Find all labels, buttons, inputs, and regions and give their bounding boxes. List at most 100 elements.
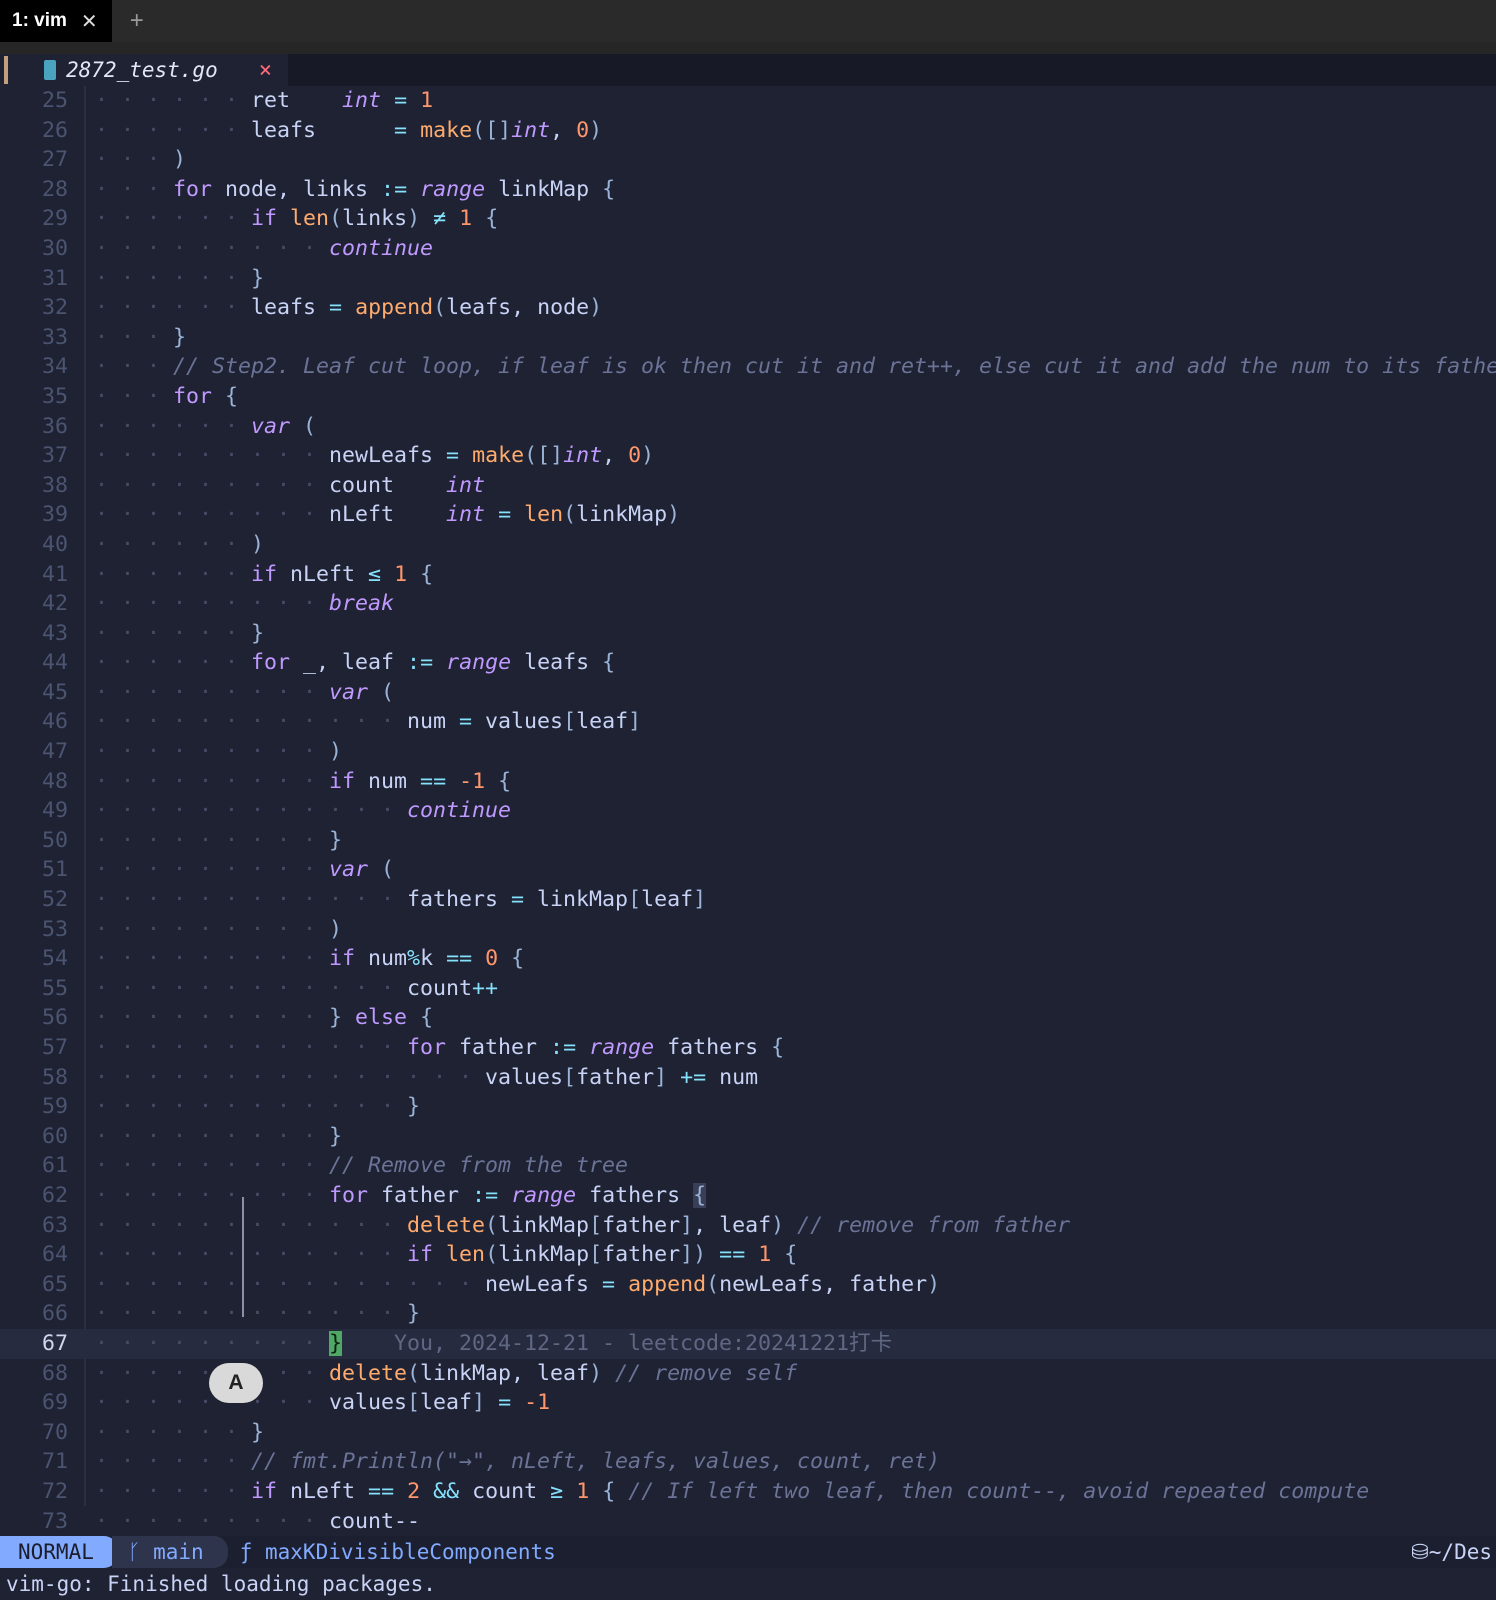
code-text: · · · · · · } xyxy=(95,265,265,291)
code-text: · · · · · · · · · values[leaf] = -1 xyxy=(95,1390,551,1416)
code-line[interactable]: 48 · · · · · · · · · if num == -1 { xyxy=(0,767,1496,797)
code-line[interactable]: 32 · · · · · · leafs = append(leafs, node… xyxy=(0,293,1496,323)
code-line[interactable]: 63 · · · · · · · · · · · · delete(linkMap… xyxy=(0,1211,1496,1241)
line-number: 52 xyxy=(41,887,68,913)
code-line[interactable]: 35 · · · for { xyxy=(0,382,1496,412)
line-number: 59 xyxy=(41,1094,68,1120)
code-text: · · · · · · · · · var ( xyxy=(95,857,395,883)
code-line[interactable]: 53 · · · · · · · · · ) xyxy=(0,915,1496,945)
close-tab-icon[interactable]: ✕ xyxy=(81,9,98,34)
code-text: · · · · · · leafs = make([]int, 0) xyxy=(95,117,603,143)
code-line[interactable]: 41 · · · · · · if nLeft ≤ 1 { xyxy=(0,560,1496,590)
code-text: · · · · · · · · · ) xyxy=(95,739,343,765)
line-number: 62 xyxy=(41,1182,68,1208)
code-line[interactable]: 26 · · · · · · leafs = make([]int, 0) xyxy=(0,116,1496,146)
code-text: · · · · · · ret int = 1 xyxy=(95,88,434,113)
code-line[interactable]: 71 · · · · · · // fmt.Println("→", nLeft,… xyxy=(0,1447,1496,1477)
line-number: 67 xyxy=(41,1330,68,1356)
code-text: · · · · · · · · · count int xyxy=(95,472,486,498)
code-text: · · · · · · // fmt.Println("→", nLeft, l… xyxy=(95,1449,941,1475)
code-line[interactable]: 64 · · · · · · · · · · · · if len(linkMap… xyxy=(0,1240,1496,1270)
code-line[interactable]: 67 · · · · · · · · · } You, 2024-12-21 - … xyxy=(0,1328,1496,1359)
code-text: · · · · · · · · · · · · continue xyxy=(95,798,512,824)
code-line[interactable]: 49 · · · · · · · · · · · · continue xyxy=(0,796,1496,826)
code-text: · · · · · · for _, leaf := range leafs { xyxy=(95,650,616,676)
code-line[interactable]: 44 · · · · · · for _, leaf := range leafs… xyxy=(0,648,1496,678)
code-line[interactable]: 51 · · · · · · · · · var ( xyxy=(0,855,1496,885)
code-line[interactable]: 27 · · · ) xyxy=(0,145,1496,175)
code-text: · · · // Step2. Leaf cut loop, if leaf i… xyxy=(95,354,1496,380)
code-line[interactable]: 56 · · · · · · · · · } else { xyxy=(0,1003,1496,1033)
code-line[interactable]: 62 · · · · · · · · · for father := range … xyxy=(0,1181,1496,1211)
line-number: 28 xyxy=(41,176,68,202)
code-line[interactable]: 50 · · · · · · · · · } xyxy=(0,826,1496,856)
code-line[interactable]: 72 · · · · · · if nLeft == 2 && count ≥ 1… xyxy=(0,1477,1496,1507)
code-line[interactable]: 58 · · · · · · · · · · · · · · · values[f… xyxy=(0,1063,1496,1093)
code-text: · · · · · · · · · ) xyxy=(95,916,343,942)
line-number: 38 xyxy=(41,472,68,498)
code-text: · · · · · · · · · for father := range fa… xyxy=(95,1182,707,1208)
code-line[interactable]: 60 · · · · · · · · · } xyxy=(0,1122,1496,1152)
code-line[interactable]: 45 · · · · · · · · · var ( xyxy=(0,678,1496,708)
terminal-tab-bar: 1: vim ✕ + xyxy=(0,0,1496,42)
code-text: · · · ) xyxy=(95,147,187,173)
code-line[interactable]: 40 · · · · · · ) xyxy=(0,530,1496,560)
terminal-tab-label: 1: vim xyxy=(12,10,67,31)
code-text: · · · · · · · · · · · · · · · newLeafs =… xyxy=(95,1271,941,1297)
code-line[interactable]: 54 · · · · · · · · · if num%k == 0 { xyxy=(0,944,1496,974)
code-line[interactable]: 36 · · · · · · var ( xyxy=(0,412,1496,442)
line-number: 49 xyxy=(41,798,68,824)
code-text: · · · · · · leafs = append(leafs, node) xyxy=(95,295,603,321)
code-line[interactable]: 52 · · · · · · · · · · · · fathers = link… xyxy=(0,885,1496,915)
code-text: · · · · · · · · · delete(linkMap, leaf) … xyxy=(95,1360,798,1386)
line-number: 55 xyxy=(41,975,68,1001)
code-text: · · · · · · · · · · · · } xyxy=(95,1301,421,1327)
close-buffer-icon[interactable]: × xyxy=(259,58,272,83)
code-line[interactable]: 73 · · · · · · · · · count-- xyxy=(0,1507,1496,1537)
code-line[interactable]: 57 · · · · · · · · · · · · for father := … xyxy=(0,1033,1496,1063)
function-name: maxKDivisibleComponents xyxy=(265,1540,556,1564)
code-line[interactable]: 61 · · · · · · · · · // Remove from the t… xyxy=(0,1151,1496,1181)
code-line[interactable]: 66 · · · · · · · · · · · · } xyxy=(0,1299,1496,1329)
code-line[interactable]: 34 · · · // Step2. Leaf cut loop, if leaf… xyxy=(0,352,1496,382)
code-line[interactable]: 42 · · · · · · · · · break xyxy=(0,589,1496,619)
line-number: 31 xyxy=(41,265,68,291)
line-number: 47 xyxy=(41,739,68,765)
code-line[interactable]: 43 · · · · · · } xyxy=(0,619,1496,649)
floating-avatar-badge[interactable]: A xyxy=(209,1363,263,1403)
line-number: 33 xyxy=(41,324,68,350)
buffer-tab[interactable]: 2872_test.go × xyxy=(0,54,288,86)
code-text: · · · · · · · · · nLeft int = len(linkMa… xyxy=(95,502,681,528)
code-line[interactable]: 29 · · · · · · if len(links) ≠ 1 { xyxy=(0,204,1496,234)
code-line[interactable]: 28 · · · for node, links := range linkMap… xyxy=(0,175,1496,205)
code-line[interactable]: 37 · · · · · · · · · newLeafs = make([]in… xyxy=(0,441,1496,471)
code-text: · · · · · · · · · · · · for father := ra… xyxy=(95,1035,785,1060)
code-line[interactable]: 46 · · · · · · · · · · · · num = values[l… xyxy=(0,707,1496,737)
code-line[interactable]: 70 · · · · · · } xyxy=(0,1418,1496,1448)
code-line[interactable]: 25 · · · · · · ret int = 1 xyxy=(0,86,1496,116)
code-text: · · · · · · · · · · · · num = values[lea… xyxy=(95,709,642,735)
git-branch: ᚴ main xyxy=(111,1536,228,1568)
line-number: 26 xyxy=(41,117,68,143)
code-line[interactable]: 65 · · · · · · · · · · · · · · · newLeafs… xyxy=(0,1270,1496,1300)
code-line[interactable]: 33 · · · } xyxy=(0,323,1496,353)
code-line[interactable]: 31 · · · · · · } xyxy=(0,264,1496,294)
code-line[interactable]: 55 · · · · · · · · · · · · count++ xyxy=(0,974,1496,1004)
terminal-tab-vim[interactable]: 1: vim ✕ xyxy=(0,0,112,42)
code-line[interactable]: 39 · · · · · · · · · nLeft int = len(link… xyxy=(0,500,1496,530)
line-number: 32 xyxy=(41,295,68,321)
code-text: · · · · · · ) xyxy=(95,531,265,557)
code-editor[interactable]: 25 · · · · · · ret int = 1 26 · · · · · · l… xyxy=(0,86,1496,1536)
code-line[interactable]: 38 · · · · · · · · · count int xyxy=(0,471,1496,501)
code-text: · · · · · · · · · // Remove from the tre… xyxy=(95,1153,629,1179)
go-file-icon xyxy=(44,60,56,80)
line-number: 63 xyxy=(41,1212,68,1238)
code-line[interactable]: 47 · · · · · · · · · ) xyxy=(0,737,1496,767)
code-text: · · · · · · · · · if num == -1 { xyxy=(95,768,512,794)
line-number: 68 xyxy=(41,1360,68,1386)
code-line[interactable]: 59 · · · · · · · · · · · · } xyxy=(0,1092,1496,1122)
branch-name: main xyxy=(153,1540,204,1564)
code-line[interactable]: 30 · · · · · · · · · continue xyxy=(0,234,1496,264)
new-tab-icon[interactable]: + xyxy=(130,7,144,35)
line-number: 65 xyxy=(41,1271,68,1297)
